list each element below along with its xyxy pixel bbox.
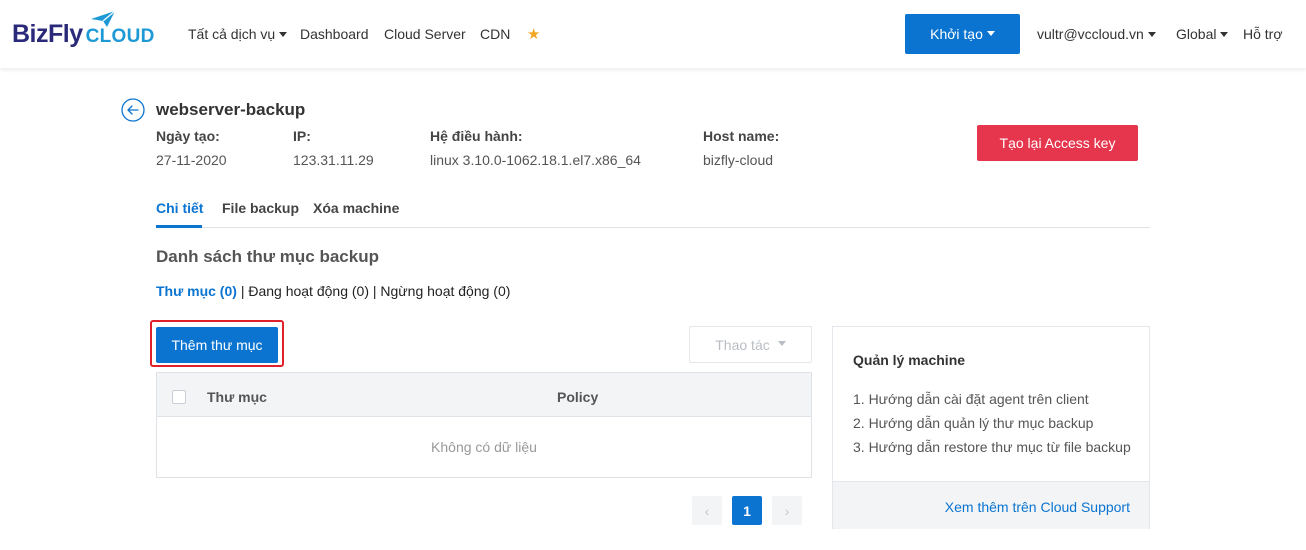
bizfly-cloud-logo[interactable]: BizFly CLOUD xyxy=(12,10,155,54)
help-item-install-agent[interactable]: 1. Hướng dẫn cài đặt agent trên client xyxy=(853,391,1131,415)
help-item-restore-folder[interactable]: 3. Hướng dẫn restore thư mục từ file bac… xyxy=(853,439,1131,463)
created-date-label: Ngày tạo: xyxy=(156,128,220,144)
tab-delete-machine[interactable]: Xóa machine xyxy=(313,200,399,216)
help-item-manage-folders[interactable]: 2. Hướng dẫn quản lý thư mục backup xyxy=(853,415,1131,439)
star-icon[interactable]: ★ xyxy=(527,25,540,43)
folder-filters: Thư mục (0) | Đang hoạt động (0) | Ngừng… xyxy=(156,283,510,299)
machine-name: webserver-backup xyxy=(156,100,306,119)
paper-plane-icon xyxy=(91,10,116,27)
nav-all-services-label: Tất cả dịch vụ xyxy=(188,26,276,42)
folders-table: Thư mục Policy Không có dữ liệu xyxy=(156,372,812,478)
active-tab-indicator xyxy=(156,225,202,228)
actions-dropdown[interactable]: Thao tác xyxy=(689,326,812,363)
create-button[interactable]: Khởi tạo xyxy=(905,14,1020,54)
region-label: Global xyxy=(1176,26,1217,42)
filter-inactive[interactable]: Ngừng hoạt động (0) xyxy=(380,283,510,299)
select-all-checkbox[interactable] xyxy=(172,390,186,404)
nav-cloud-server[interactable]: Cloud Server xyxy=(384,26,466,42)
empty-table-message: Không có dữ liệu xyxy=(431,439,537,455)
region-menu[interactable]: Global xyxy=(1176,26,1229,42)
recreate-access-key-button[interactable]: Tạo lại Access key xyxy=(977,125,1138,161)
help-list: 1. Hướng dẫn cài đặt agent trên client 2… xyxy=(853,391,1131,463)
column-header-policy[interactable]: Policy xyxy=(557,389,598,405)
chevron-down-icon xyxy=(777,341,786,346)
chevron-down-icon xyxy=(279,31,288,37)
back-arrow-icon[interactable] xyxy=(121,98,145,122)
chevron-down-icon xyxy=(986,30,995,36)
account-email: vultr@vccloud.vn xyxy=(1037,26,1144,42)
support-link[interactable]: Hỗ trợ xyxy=(1243,26,1283,42)
tab-file-backup[interactable]: File backup xyxy=(222,200,299,216)
add-folder-button[interactable]: Thêm thư mục xyxy=(156,327,278,363)
cloud-support-link[interactable]: Xem thêm trên Cloud Support xyxy=(945,499,1130,515)
hostname-value: bizfly-cloud xyxy=(703,152,774,168)
panel-title: Quản lý machine xyxy=(853,352,966,368)
hostname-label: Host name: xyxy=(703,128,780,144)
account-menu[interactable]: vultr@vccloud.vn xyxy=(1037,26,1156,42)
filter-active[interactable]: Đang hoạt động (0) xyxy=(248,283,369,299)
created-date-value: 27-11-2020 xyxy=(156,152,227,168)
nav-cdn[interactable]: CDN xyxy=(480,26,510,42)
os-label: Hệ điều hành: xyxy=(430,128,523,144)
pagination-prev-button[interactable]: ‹ xyxy=(692,496,722,525)
top-navbar: BizFly CLOUD Tất cả dịch vụ Dashboard Cl… xyxy=(0,0,1306,68)
tab-details[interactable]: Chi tiết xyxy=(156,200,203,216)
create-button-label: Khởi tạo xyxy=(930,26,983,42)
ip-label: IP: xyxy=(293,128,311,144)
table-header: Thư mục Policy xyxy=(157,373,811,417)
tabs-divider xyxy=(156,227,1150,228)
ip-value: 123.31.11.29 xyxy=(293,152,374,168)
chevron-down-icon xyxy=(1147,31,1156,37)
panel-footer: Xem thêm trên Cloud Support xyxy=(833,481,1149,529)
actions-dropdown-label: Thao tác xyxy=(715,336,770,353)
pagination-page-1[interactable]: 1 xyxy=(732,496,762,525)
section-title: Danh sách thư mục backup xyxy=(156,247,379,266)
os-value: linux 3.10.0-1062.18.1.el7.x86_64 xyxy=(430,152,641,168)
logo-text-bizfly: BizFly xyxy=(12,19,83,48)
chevron-down-icon xyxy=(1220,31,1229,37)
nav-all-services[interactable]: Tất cả dịch vụ xyxy=(188,26,288,42)
filter-separator: | xyxy=(240,283,245,299)
nav-dashboard[interactable]: Dashboard xyxy=(300,26,369,42)
pagination-next-button[interactable]: › xyxy=(772,496,802,525)
filter-all[interactable]: Thư mục (0) xyxy=(156,283,237,299)
filter-separator: | xyxy=(372,283,377,299)
machine-help-panel: Quản lý machine 1. Hướng dẫn cài đặt age… xyxy=(832,326,1150,529)
logo-text-cloud: CLOUD xyxy=(85,25,155,47)
column-header-folder[interactable]: Thư mục xyxy=(207,389,267,405)
